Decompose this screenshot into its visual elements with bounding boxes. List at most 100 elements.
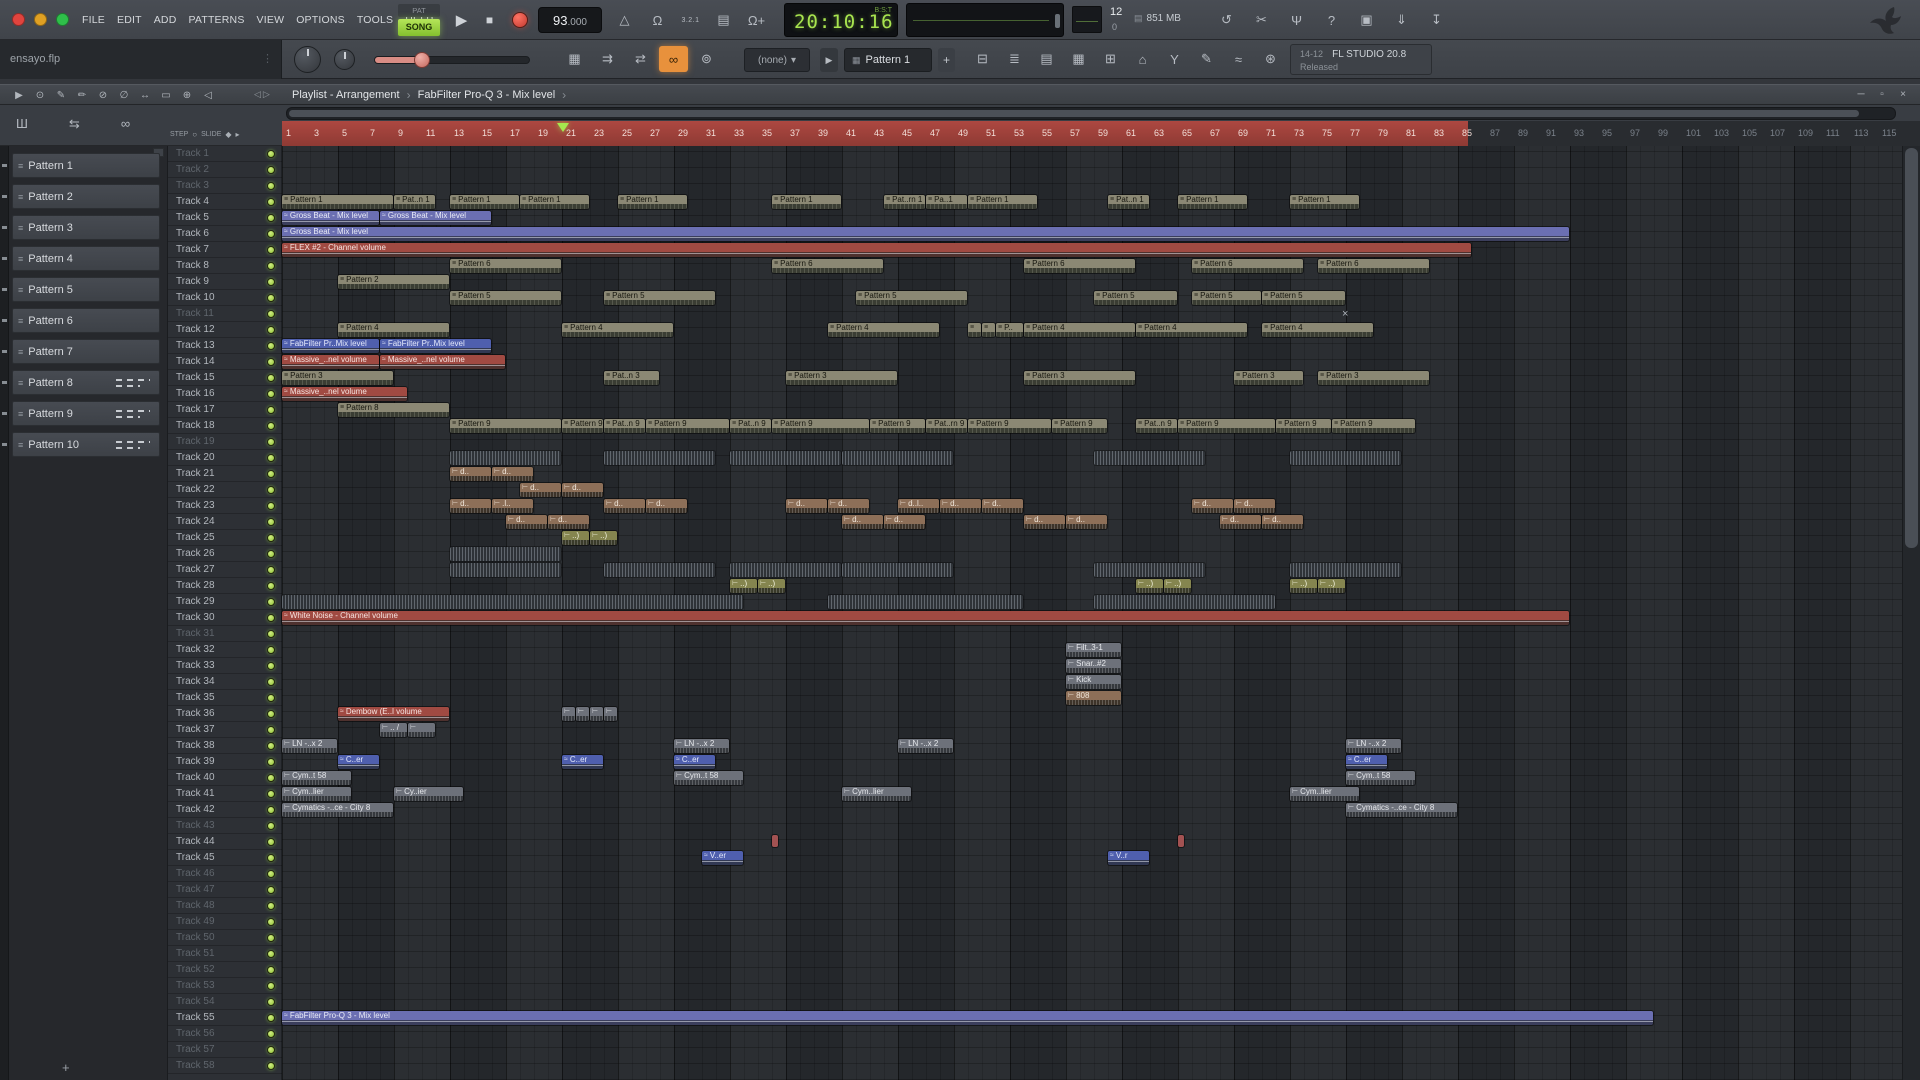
track-row[interactable]: Track 52 (168, 962, 282, 978)
pattern-clip[interactable]: ≡ Pattern 6 (772, 259, 883, 273)
audio-clip[interactable]: ⊢..) (590, 531, 617, 545)
pattern-list-item[interactable]: ≡ Pattern 6 (12, 308, 160, 333)
track-mute-led[interactable] (267, 262, 275, 270)
track-mute-led[interactable] (267, 662, 275, 670)
jump-arrows-icon[interactable]: ⇉ (593, 46, 622, 72)
audio-clip[interactable]: ⊢ d.. (646, 499, 687, 513)
audio-clip[interactable]: ⊢ d.. (1192, 499, 1233, 513)
track-mute-led[interactable] (267, 454, 275, 462)
pattern-clip[interactable]: ≡ Pat..n 3 (604, 371, 659, 385)
delete-tool-icon[interactable]: ⊘ (94, 87, 112, 103)
track-row[interactable]: Track 26 (168, 546, 282, 562)
playlist-icon[interactable]: ▦ (1064, 46, 1093, 72)
track-mute-led[interactable] (267, 342, 275, 350)
track-row[interactable]: Track 44 (168, 834, 282, 850)
pattern-clip[interactable]: ≡ Pattern 5 (450, 291, 561, 305)
pattern-clip[interactable]: ≡ Pattern 9 (1332, 419, 1415, 433)
audio-clip[interactable]: ⊢..) (758, 579, 785, 593)
horizontal-scroll-handle[interactable] (289, 110, 1859, 117)
pattern-clip[interactable]: ≡ Pat..n 1 (1108, 195, 1149, 209)
track-mute-led[interactable] (267, 534, 275, 542)
pattern-clip[interactable] (282, 595, 743, 609)
pattern-clip[interactable]: ≡ Pattern 5 (1094, 291, 1177, 305)
automation-clip[interactable]: ≈ FabFilter Pr..Mix level (380, 339, 491, 353)
pattern-clip[interactable]: ≡ Pattern 3 (282, 371, 393, 385)
track-row[interactable]: Track 35 (168, 690, 282, 706)
track-row[interactable]: Track 45 (168, 850, 282, 866)
track-row[interactable]: Track 56 (168, 1026, 282, 1042)
pattern-list-item[interactable]: ≡ Pattern 7 (12, 339, 160, 364)
track-row[interactable]: Track 17 (168, 402, 282, 418)
automation-clip[interactable]: ≈ C..er (674, 755, 715, 769)
playlist-close-button[interactable]: × (1894, 87, 1912, 102)
track-mute-led[interactable] (267, 678, 275, 686)
track-row[interactable]: Track 54 (168, 994, 282, 1010)
track-row[interactable]: Track 20 (168, 450, 282, 466)
pattern-clip[interactable]: ≡ Pa..1 (926, 195, 967, 209)
browser-icon[interactable]: ⌂ (1128, 46, 1157, 72)
track-mute-led[interactable] (267, 1046, 275, 1054)
track-row[interactable]: Track 25 (168, 530, 282, 546)
track-row[interactable]: Track 46 (168, 866, 282, 882)
audio-clip[interactable]: ⊢ Cymatics -..ce - City 8 (1346, 803, 1457, 817)
track-mute-led[interactable] (267, 582, 275, 590)
audio-clip[interactable]: ⊢ LN -..x 2 (674, 739, 729, 753)
pattern-list-item[interactable]: ≡ Pattern 3 (12, 215, 160, 240)
pattern-clip[interactable]: ≡ Pattern 4 (1136, 323, 1247, 337)
pattern-clip[interactable]: ≡ Pattern 1 (520, 195, 589, 209)
link-icon[interactable]: ∞ (659, 46, 688, 72)
playlist-minimize-button[interactable]: ─ (1852, 87, 1870, 102)
track-mute-led[interactable] (267, 918, 275, 926)
audio-clip[interactable]: ⊢ d.. (1024, 515, 1065, 529)
audio-clip[interactable]: ⊢ LN -..x 2 (1346, 739, 1401, 753)
pattern-clip[interactable]: ≡ Pattern 6 (1318, 259, 1429, 273)
audio-clip[interactable]: ⊢ Kick (1066, 675, 1121, 689)
track-mute-led[interactable] (267, 758, 275, 766)
track-mute-led[interactable] (267, 246, 275, 254)
audio-clip[interactable]: ⊢ Filt..3-1 (1066, 643, 1121, 657)
track-mute-led[interactable] (267, 886, 275, 894)
pattern-clip[interactable]: ≡ Pattern 1 (968, 195, 1037, 209)
typing-keyboard-icon[interactable]: ▤ (709, 7, 738, 33)
pattern-clip[interactable] (1290, 563, 1401, 577)
project-title-box[interactable]: ensayo.flp ⋮ (0, 40, 282, 79)
track-mute-led[interactable] (267, 614, 275, 622)
pattern-clip[interactable]: ≡ Pattern 6 (450, 259, 561, 273)
track-row[interactable]: Track 23 (168, 498, 282, 514)
audio-clip[interactable]: ⊢.. / (380, 723, 407, 737)
step-toggle[interactable]: ○ (192, 130, 197, 139)
pattern-clip[interactable]: ≡ Pattern 9 (1276, 419, 1331, 433)
track-mute-led[interactable] (267, 406, 275, 414)
horizontal-scrollbar[interactable] (286, 107, 1896, 120)
zoom-tool-icon[interactable]: ⊕ (178, 87, 196, 103)
audio-clip[interactable]: ⊢ Cym..t 58 (674, 771, 743, 785)
track-mute-led[interactable] (267, 870, 275, 878)
track-row[interactable]: Track 29 (168, 594, 282, 610)
next-pattern-button[interactable]: ▶ (820, 48, 838, 72)
menu-item-patterns[interactable]: PATTERNS (182, 11, 250, 29)
playlist-grid[interactable]: ≡ Pattern 1 ≡ Pat..n 1 ≡ Pattern 1 ≡ Pattern 1 ≡… (282, 146, 1902, 1080)
track-mute-led[interactable] (267, 374, 275, 382)
pattern-clip[interactable] (1094, 595, 1275, 609)
audio-clip[interactable]: ⊢ d.. (1220, 515, 1261, 529)
save-icon[interactable]: ▣ (1352, 7, 1381, 33)
pattern-clip[interactable]: ≡ Pattern 9 (646, 419, 729, 433)
advance-toggle[interactable]: ▸ (236, 130, 240, 139)
playlist-menu-icon[interactable]: ▶ (10, 87, 28, 103)
slide-toggle[interactable]: ◆ (225, 130, 231, 139)
track-mute-led[interactable] (267, 630, 275, 638)
pattern-clip[interactable]: ≡ Pattern 9 (772, 419, 869, 433)
pattern-selector[interactable]: ▦ Pattern 1 (844, 48, 932, 72)
pattern-clip[interactable]: ≡ Pat..n 9 (1136, 419, 1177, 433)
playhead-marker[interactable] (557, 123, 569, 132)
track-mute-led[interactable] (267, 166, 275, 174)
track-mute-led[interactable] (267, 854, 275, 862)
automation-clip[interactable]: ≈ V..r (1108, 851, 1149, 865)
audio-clip[interactable]: ⊢ d.. (940, 499, 981, 513)
track-row[interactable]: Track 50 (168, 930, 282, 946)
piano-roll-icon[interactable]: ▤ (1032, 46, 1061, 72)
audio-clip[interactable]: ⊢ d.. (506, 515, 547, 529)
playback-tool-icon[interactable]: ◁ (199, 87, 217, 103)
pattern-clip[interactable]: ≡ Pattern 9 (1178, 419, 1275, 433)
automation-clip[interactable]: ≈ C..er (562, 755, 603, 769)
